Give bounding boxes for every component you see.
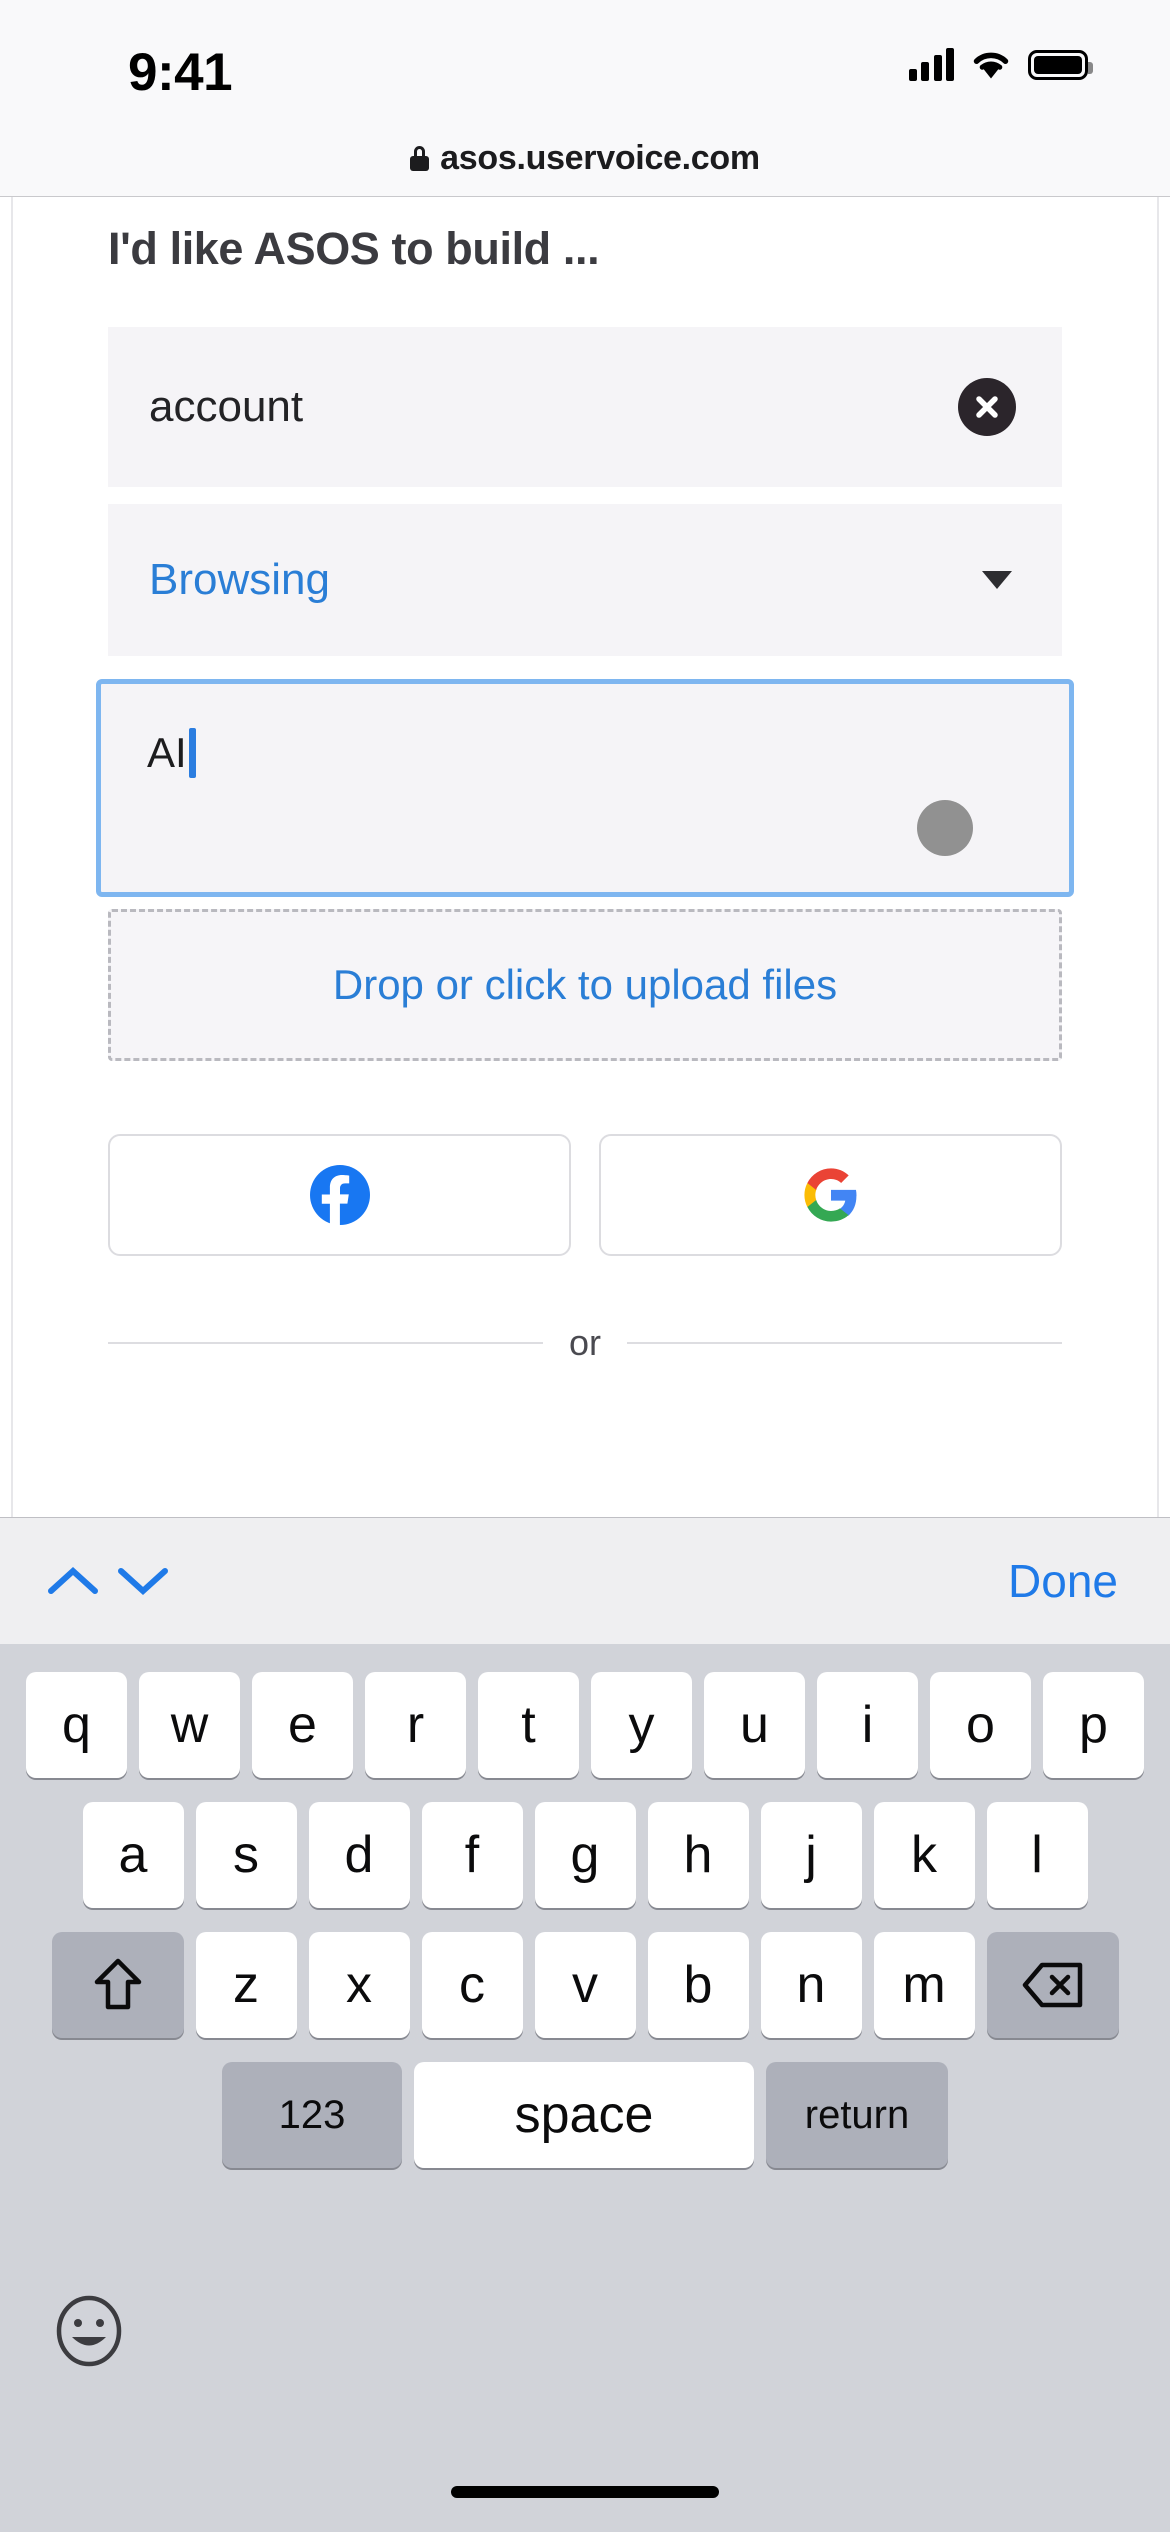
key-b[interactable]: b (647, 1932, 749, 2038)
backspace-key[interactable] (986, 1932, 1119, 2038)
numbers-key[interactable]: 123 (222, 2062, 402, 2168)
key-f[interactable]: f (421, 1802, 523, 1908)
previous-field-button[interactable] (38, 1546, 108, 1616)
emoji-smiley-icon (56, 2295, 122, 2367)
chevron-down-icon (982, 571, 1012, 589)
next-field-button[interactable] (108, 1546, 178, 1616)
text-caret (188, 728, 196, 778)
page-title: I'd like ASOS to build ... (108, 223, 600, 274)
keyboard-row-4: 123 space return (0, 2038, 1170, 2168)
phone-screen: 9:41 asos.uservoice.com I'd like ASOS to… (0, 0, 1170, 2532)
key-x[interactable]: x (308, 1932, 410, 2038)
touch-indicator-dot (917, 800, 973, 856)
facebook-icon (309, 1165, 370, 1226)
description-text-wrap: AI (147, 728, 196, 782)
url-bar[interactable]: asos.uservoice.com (0, 120, 1170, 196)
key-k[interactable]: k (873, 1802, 975, 1908)
key-w[interactable]: w (139, 1672, 240, 1778)
key-j[interactable]: j (760, 1802, 862, 1908)
file-upload-label: Drop or click to upload files (332, 961, 838, 1008)
keyboard-row-1: q w e r t y u i o p (0, 1644, 1170, 1778)
key-s[interactable]: s (195, 1802, 297, 1908)
key-t[interactable]: t (478, 1672, 579, 1778)
social-login-row (108, 1134, 1062, 1256)
divider-line-right (627, 1342, 1063, 1344)
keyboard-row-2: a s d f g h j k l (0, 1778, 1170, 1908)
divider-line-left (108, 1342, 543, 1344)
keyboard-row-3: z x c v b n m (0, 1908, 1170, 2038)
key-m[interactable]: m (873, 1932, 975, 2038)
keyboard-accessory-bar: Done (0, 1517, 1170, 1644)
key-n[interactable]: n (760, 1932, 862, 2038)
idea-title-value: account (149, 382, 304, 431)
category-select[interactable]: Browsing (108, 504, 1062, 656)
page-right-border (1157, 197, 1159, 1517)
chevron-down-icon (118, 1568, 168, 1596)
clear-circle-x-icon[interactable] (958, 378, 1016, 436)
wifi-icon (970, 48, 1012, 81)
emoji-key[interactable] (50, 2292, 128, 2370)
key-q[interactable]: q (26, 1672, 127, 1778)
backspace-delete-icon (1022, 1962, 1082, 2008)
key-p[interactable]: p (1043, 1672, 1144, 1778)
url-text: asos.uservoice.com (440, 138, 760, 177)
shift-arrow-icon (94, 1958, 141, 2010)
web-page-content: I'd like ASOS to build ... account Brows… (0, 197, 1170, 1517)
google-icon (803, 1168, 856, 1222)
key-u[interactable]: u (704, 1672, 805, 1778)
cellular-signal-icon (908, 48, 954, 81)
status-indicators (908, 48, 1093, 81)
battery-full-icon (1028, 49, 1093, 80)
keyboard-bottom-row (0, 2292, 1170, 2412)
keyboard-done-button[interactable]: Done (1008, 1554, 1118, 1608)
key-z[interactable]: z (195, 1932, 297, 2038)
browser-chrome: 9:41 asos.uservoice.com (0, 0, 1170, 197)
file-upload-dropzone[interactable]: Drop or click to upload files (108, 909, 1062, 1061)
chevron-up-icon (48, 1566, 98, 1594)
home-indicator (451, 2486, 719, 2498)
space-key[interactable]: space (414, 2062, 754, 2168)
google-login-button[interactable] (599, 1134, 1062, 1256)
key-r[interactable]: r (365, 1672, 466, 1778)
key-a[interactable]: a (82, 1802, 184, 1908)
key-i[interactable]: i (817, 1672, 918, 1778)
lock-icon (410, 145, 430, 171)
key-h[interactable]: h (647, 1802, 749, 1908)
status-time: 9:41 (128, 43, 233, 102)
key-o[interactable]: o (930, 1672, 1031, 1778)
key-d[interactable]: d (308, 1802, 410, 1908)
key-y[interactable]: y (591, 1672, 692, 1778)
description-value: AI (147, 729, 187, 776)
description-textarea[interactable]: AI (96, 679, 1074, 897)
key-g[interactable]: g (534, 1802, 636, 1908)
onscreen-keyboard: q w e r t y u i o p a s d f g h j k l z … (0, 1644, 1170, 2532)
key-c[interactable]: c (421, 1932, 523, 2038)
page-left-border (11, 197, 13, 1517)
facebook-login-button[interactable] (108, 1134, 571, 1256)
return-key[interactable]: return (766, 2062, 948, 2168)
status-bar: 9:41 (0, 0, 1170, 120)
key-l[interactable]: l (986, 1802, 1088, 1908)
category-selected-value: Browsing (149, 555, 330, 604)
idea-title-input[interactable]: account (108, 327, 1062, 487)
divider-label: or (569, 1322, 602, 1363)
shift-key[interactable] (51, 1932, 184, 2038)
or-divider: or (108, 1322, 1063, 1364)
key-v[interactable]: v (534, 1932, 636, 2038)
key-e[interactable]: e (252, 1672, 353, 1778)
